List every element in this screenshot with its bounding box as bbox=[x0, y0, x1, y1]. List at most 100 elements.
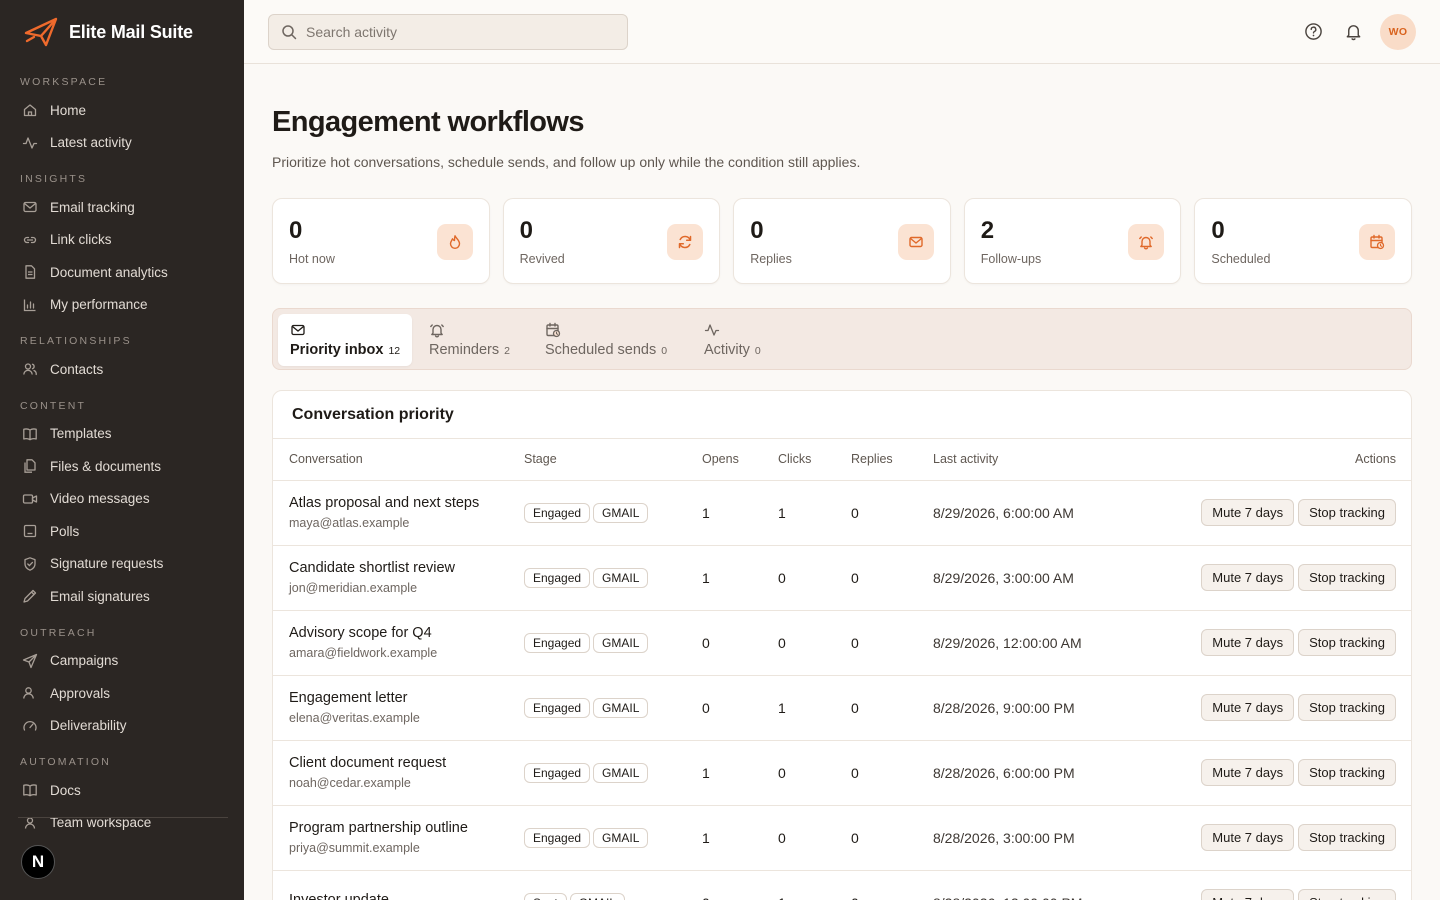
search-box[interactable] bbox=[268, 14, 628, 50]
table-row[interactable]: Advisory scope for Q4 amara@fieldwork.exa… bbox=[273, 610, 1411, 676]
sidebar-item-label: Contacts bbox=[50, 361, 104, 377]
refresh-icon bbox=[667, 224, 704, 260]
tab-scheduled-sends[interactable]: Scheduled sends 0 bbox=[533, 314, 679, 366]
sidebar-item-approvals[interactable]: Approvals bbox=[0, 677, 244, 710]
table-row[interactable]: Candidate shortlist review jon@meridian.e… bbox=[273, 545, 1411, 611]
sidebar-item-signature-requests[interactable]: Signature requests bbox=[0, 548, 244, 581]
stop-tracking-button[interactable]: Stop tracking bbox=[1298, 889, 1396, 900]
mute-7-days-button[interactable]: Mute 7 days bbox=[1201, 499, 1295, 526]
bar-chart-icon bbox=[21, 296, 39, 314]
conversation-title[interactable]: Investor update bbox=[289, 892, 524, 900]
sidebar-item-home[interactable]: Home bbox=[0, 94, 244, 127]
sidebar-item-label: Docs bbox=[50, 782, 81, 798]
stage-cell: Engaged GMAIL bbox=[524, 740, 702, 806]
mute-7-days-button[interactable]: Mute 7 days bbox=[1201, 889, 1295, 900]
sidebar-item-templates[interactable]: Templates bbox=[0, 418, 244, 451]
help-icon[interactable] bbox=[1302, 20, 1324, 42]
stat-label: Revived bbox=[519, 252, 565, 266]
stat-card-revived: 0 Revived bbox=[502, 198, 721, 284]
stat-label: Scheduled bbox=[1211, 252, 1271, 266]
conversation-title[interactable]: Client document request bbox=[289, 755, 524, 771]
conversation-title[interactable]: Candidate shortlist review bbox=[289, 560, 524, 576]
clicks-cell: 1 bbox=[778, 675, 851, 741]
stop-tracking-button[interactable]: Stop tracking bbox=[1298, 694, 1396, 721]
sidebar: Elite Mail Suite WORKSPACE Home Latest act… bbox=[0, 0, 244, 900]
sidebar-item-campaigns[interactable]: Campaigns bbox=[0, 645, 244, 678]
sidebar-item-files-and-documents[interactable]: Files & documents bbox=[0, 450, 244, 483]
sidebar-item-label: Link clicks bbox=[50, 232, 112, 248]
video-icon bbox=[21, 490, 39, 508]
stage-cell: Engaged GMAIL bbox=[524, 675, 702, 741]
stage-cell: Engaged GMAIL bbox=[524, 545, 702, 611]
provider-badge: GMAIL bbox=[593, 697, 649, 718]
sidebar-item-docs[interactable]: Docs bbox=[0, 774, 244, 807]
actions-cell: Mute 7 daysStop tracking bbox=[1145, 610, 1411, 676]
sidebar-item-label: Deliverability bbox=[50, 718, 127, 734]
sidebar-item-my-performance[interactable]: My performance bbox=[0, 289, 244, 322]
conversation-title[interactable]: Engagement letter bbox=[289, 690, 524, 706]
opens-cell: 1 bbox=[702, 545, 778, 611]
table-row[interactable]: Engagement letter elena@veritas.example En… bbox=[273, 675, 1411, 741]
stop-tracking-button[interactable]: Stop tracking bbox=[1298, 499, 1396, 526]
sidebar-item-deliverability[interactable]: Deliverability bbox=[0, 710, 244, 743]
sidebar-item-contacts[interactable]: Contacts bbox=[0, 353, 244, 386]
stop-tracking-button[interactable]: Stop tracking bbox=[1298, 759, 1396, 786]
conversation-email: noah@cedar.example bbox=[289, 776, 411, 790]
mute-7-days-button[interactable]: Mute 7 days bbox=[1201, 694, 1295, 721]
column-header-clicks[interactable]: Clicks bbox=[778, 439, 851, 481]
table-row[interactable]: Investor updateSentGMAIL0108/28/2026, 12… bbox=[273, 870, 1411, 900]
brand[interactable]: Elite Mail Suite bbox=[0, 0, 244, 64]
page-subtitle: Prioritize hot conversations, schedule s… bbox=[272, 154, 861, 170]
mute-7-days-button[interactable]: Mute 7 days bbox=[1201, 564, 1295, 591]
mute-7-days-button[interactable]: Mute 7 days bbox=[1201, 629, 1295, 656]
stat-value: 0 bbox=[519, 217, 533, 244]
table-row[interactable]: Client document request noah@cedar.exampl… bbox=[273, 740, 1411, 806]
column-header-replies[interactable]: Replies bbox=[851, 439, 933, 481]
sidebar-item-team-workspace[interactable]: Team workspace bbox=[0, 807, 244, 840]
main-content: Engagement workflows Prioritize hot conv… bbox=[244, 64, 1440, 900]
stage-badge: Engaged bbox=[524, 762, 591, 783]
sidebar-item-video-messages[interactable]: Video messages bbox=[0, 483, 244, 516]
conversation-email: jon@meridian.example bbox=[289, 581, 418, 595]
sidebar-item-document-analytics[interactable]: Document analytics bbox=[0, 256, 244, 289]
conversation-email: elena@veritas.example bbox=[289, 711, 420, 725]
table-row[interactable]: Program partnership outline priya@summit.… bbox=[273, 805, 1411, 871]
nav-section-outreach: OUTREACH bbox=[20, 626, 97, 639]
sidebar-item-link-clicks[interactable]: Link clicks bbox=[0, 224, 244, 257]
column-header-conversation[interactable]: Conversation bbox=[273, 439, 524, 481]
stop-tracking-button[interactable]: Stop tracking bbox=[1298, 629, 1396, 656]
conversation-title[interactable]: Program partnership outline bbox=[289, 820, 524, 836]
sidebar-item-email-signatures[interactable]: Email signatures bbox=[0, 580, 244, 613]
stop-tracking-button[interactable]: Stop tracking bbox=[1298, 564, 1396, 591]
bell-icon[interactable] bbox=[1342, 20, 1364, 42]
provider-badge: GMAIL bbox=[569, 892, 626, 900]
sidebar-item-email-tracking[interactable]: Email tracking bbox=[0, 191, 244, 224]
stop-tracking-button[interactable]: Stop tracking bbox=[1298, 824, 1396, 851]
mute-7-days-button[interactable]: Mute 7 days bbox=[1201, 759, 1295, 786]
conversation-title[interactable]: Advisory scope for Q4 bbox=[289, 625, 524, 641]
search-input[interactable] bbox=[306, 24, 606, 40]
provider-badge: GMAIL bbox=[593, 502, 649, 523]
tab-reminders[interactable]: Reminders 2 bbox=[417, 314, 522, 366]
opens-cell: 0 bbox=[702, 870, 778, 900]
conversation-title[interactable]: Atlas proposal and next steps bbox=[289, 495, 524, 511]
column-header-opens[interactable]: Opens bbox=[702, 439, 778, 481]
column-header-stage[interactable]: Stage bbox=[524, 439, 702, 481]
tab-activity[interactable]: Activity 0 bbox=[692, 314, 773, 366]
sidebar-item-latest-activity[interactable]: Latest activity bbox=[0, 127, 244, 160]
framework-badge-icon[interactable]: N bbox=[21, 845, 55, 879]
stage-cell: Engaged GMAIL bbox=[524, 610, 702, 676]
sidebar-item-polls[interactable]: Polls bbox=[0, 515, 244, 548]
avatar[interactable]: WO bbox=[1380, 14, 1416, 50]
tab-label: Reminders bbox=[429, 342, 500, 358]
last-activity-cell: 8/29/2026, 12:00:00 AM bbox=[933, 610, 1145, 676]
last-activity-cell: 8/28/2026, 12:00:00 PM bbox=[933, 870, 1145, 900]
home-icon bbox=[21, 101, 39, 119]
actions-cell: Mute 7 daysStop tracking bbox=[1145, 870, 1411, 900]
column-header-last-activity[interactable]: Last activity bbox=[933, 439, 1145, 481]
table-header-row: Conversation Stage Opens Clicks Replies … bbox=[273, 439, 1411, 481]
mute-7-days-button[interactable]: Mute 7 days bbox=[1201, 824, 1295, 851]
tab-priority-inbox[interactable]: Priority inbox 12 bbox=[278, 314, 413, 366]
stat-value: 0 bbox=[1211, 217, 1225, 244]
table-row[interactable]: Atlas proposal and next steps maya@atlas.… bbox=[273, 480, 1411, 546]
